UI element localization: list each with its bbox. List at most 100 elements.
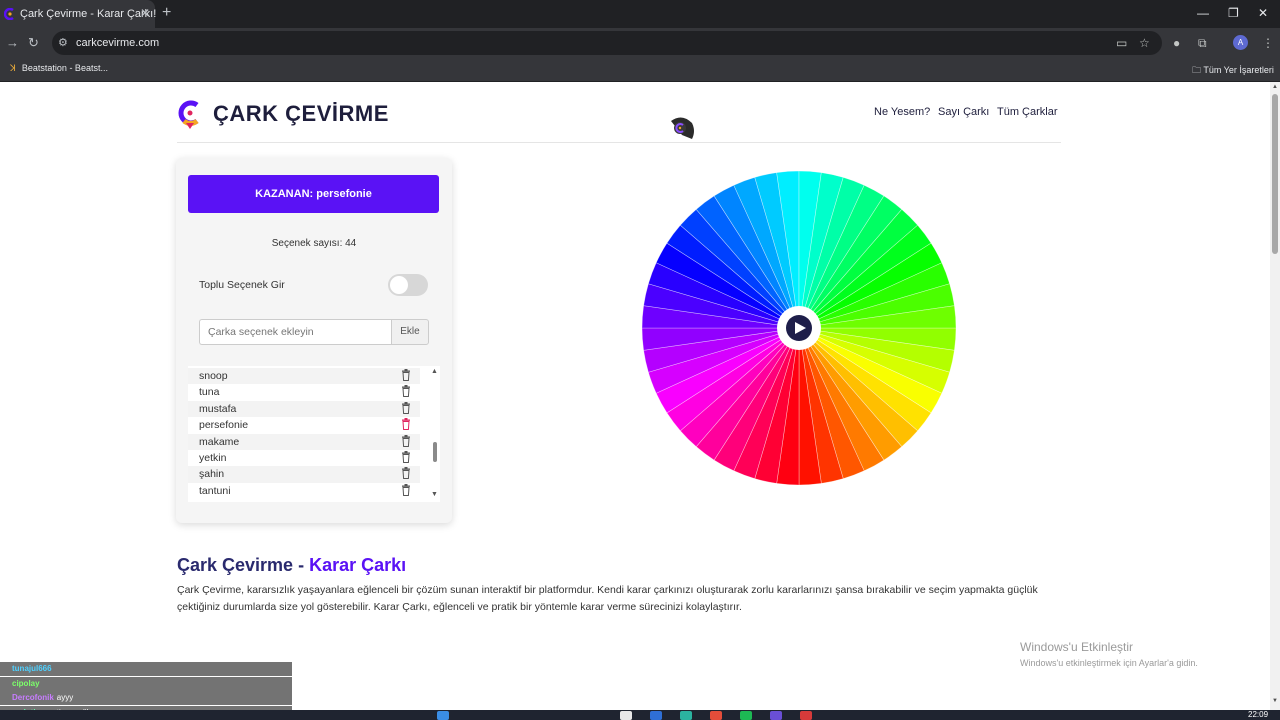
site-logo[interactable] — [178, 99, 202, 129]
section-heading: Çark Çevirme - Karar Çarkı — [177, 555, 406, 576]
chat-username: tunajul666 — [12, 664, 52, 673]
forward-icon[interactable]: → — [6, 35, 19, 50]
delete-icon[interactable] — [401, 418, 411, 431]
option-count: Seçenek sayısı: 44 — [271, 238, 357, 249]
option-name: snoop — [199, 370, 228, 382]
close-window-icon[interactable]: ✕ — [1258, 6, 1268, 20]
scroll-thumb[interactable] — [433, 442, 437, 462]
delete-icon[interactable] — [401, 483, 411, 496]
taskbar-app-icon[interactable] — [800, 711, 812, 720]
taskbar-app-icon[interactable] — [680, 711, 692, 720]
minimize-icon[interactable]: — — [1197, 6, 1209, 20]
tab-close-icon[interactable]: ✕ — [140, 6, 150, 20]
option-row: persefonie — [188, 417, 420, 433]
bookmark-label: Beatstation - Beatst... — [21, 63, 108, 73]
toggle-knob — [390, 276, 408, 294]
bookmark-item[interactable]: ꓘ Beatstation - Beatst... — [10, 63, 108, 74]
option-input[interactable] — [199, 319, 391, 345]
taskbar-app-icon[interactable] — [620, 711, 632, 720]
browser-toolbar: → ↻ ⚙ carkcevirme.com ▭ ☆ ● ⧉ ⋮ — [0, 28, 1280, 58]
spin-wheel[interactable] — [641, 170, 957, 486]
extension-dot-icon[interactable]: ● — [1173, 36, 1180, 50]
page-scroll-up-icon[interactable]: ▲ — [1272, 84, 1278, 90]
nav-link-tum-carklar[interactable]: Tüm Çarklar — [997, 106, 1058, 118]
windows-taskbar — [0, 710, 1280, 720]
scroll-down-icon[interactable]: ▼ — [431, 491, 438, 498]
delete-icon[interactable] — [401, 434, 411, 447]
option-row: snoop — [188, 368, 420, 385]
delete-icon[interactable] — [401, 467, 411, 480]
site-brand[interactable]: ÇARK ÇEVİRME — [213, 101, 389, 127]
option-row: yetkin — [188, 450, 420, 466]
option-name: tantuni — [199, 484, 231, 497]
web-page: ÇARK ÇEVİRME Ne Yesem? Sayı Çarkı Tüm Ça… — [0, 82, 1270, 710]
new-tab-icon[interactable]: + — [162, 4, 171, 22]
option-row: makame — [188, 433, 420, 450]
chat-message: Dercofonik ayyy — [0, 691, 292, 705]
option-name: yetkin — [199, 452, 227, 464]
page-scrollbar[interactable]: ▲ ▼ — [1270, 82, 1280, 710]
chat-message: cipolay — [0, 676, 292, 691]
wheel-pointer-icon — [671, 117, 694, 139]
page-scroll-down-icon[interactable]: ▼ — [1272, 698, 1278, 704]
restore-icon[interactable]: ❐ — [1228, 6, 1239, 20]
activation-watermark-text: Windows'u etkinleştirmek için Ayarlar'a … — [1020, 658, 1198, 668]
option-name: tuna — [199, 386, 220, 399]
cast-icon[interactable]: ▭ — [1116, 36, 1127, 50]
delete-icon[interactable] — [401, 451, 411, 463]
taskbar-app-icon[interactable] — [770, 711, 782, 720]
folder-icon: 🗀 — [1192, 65, 1204, 75]
tab-title: Çark Çevirme - Karar Çarkı! — [20, 8, 157, 20]
nav-link-sayi-carki[interactable]: Sayı Çarkı — [938, 106, 989, 118]
winner-banner[interactable]: KAZANAN: persefonie — [188, 175, 439, 213]
bookmark-favicon-icon: ꓘ — [10, 63, 16, 73]
add-option-button[interactable]: Ekle — [391, 319, 429, 345]
option-name: mustafa — [199, 402, 237, 415]
option-name: makame — [199, 435, 240, 448]
option-row: tuna — [188, 384, 420, 400]
taskbar-clock: 22:09 — [1248, 710, 1269, 719]
nav-link-ne-yesem[interactable]: Ne Yesem? — [874, 106, 930, 118]
chrome-taskbar-icon[interactable] — [710, 711, 722, 720]
page-scroll-thumb[interactable] — [1272, 94, 1278, 254]
browser-tab-bar: Çark Çevirme - Karar Çarkı! ✕ + — ❐ ✕ — [0, 0, 1280, 28]
options-list-scrollbar[interactable]: ▲ ▼ — [430, 366, 440, 502]
folder-label: Tüm Yer İşaretleri — [1203, 65, 1274, 75]
option-row: şahin — [188, 466, 420, 483]
bookmark-star-icon[interactable]: ☆ — [1139, 36, 1150, 50]
delete-icon[interactable] — [401, 385, 411, 398]
bulk-entry-label: Toplu Seçenek Gir — [199, 279, 285, 291]
start-icon[interactable] — [437, 711, 449, 720]
options-panel: KAZANAN: persefonie Seçenek sayısı: 44 T… — [176, 158, 452, 523]
url-text: carkcevirme.com — [76, 37, 160, 49]
option-name: şahin — [199, 468, 225, 481]
heading-accent: Karar Çarkı — [309, 555, 407, 575]
activation-watermark-title: Windows'u Etkinleştir — [1020, 640, 1133, 654]
scroll-up-icon[interactable]: ▲ — [431, 368, 438, 375]
delete-icon[interactable] — [401, 369, 411, 381]
chat-text: ayyy — [56, 693, 74, 702]
chat-message: tunajul666 — [0, 662, 292, 676]
profile-avatar[interactable]: A — [1233, 35, 1248, 50]
spotify-taskbar-icon[interactable] — [740, 711, 752, 720]
favicon-icon — [4, 8, 14, 20]
site-info-icon[interactable]: ⚙ — [58, 36, 68, 49]
option-row: tantuni — [188, 483, 420, 499]
chat-username: cipolay — [12, 678, 40, 688]
intro-paragraph: Çark Çevirme, kararsızlık yaşayanlara eğ… — [177, 584, 1038, 613]
heading-main: Çark Çevirme - — [177, 555, 310, 575]
all-bookmarks-folder[interactable]: 🗀 Tüm Yer İşaretleri — [1192, 63, 1274, 79]
header-divider — [177, 142, 1061, 143]
option-name: persefonie — [199, 419, 249, 432]
bookmarks-bar: ꓘ Beatstation - Beatst... 🗀 Tüm Yer İşare… — [0, 58, 1280, 82]
browser-tab[interactable]: Çark Çevirme - Karar Çarkı! ✕ — [0, 0, 157, 28]
reload-icon[interactable]: ↻ — [28, 35, 39, 51]
delete-icon[interactable] — [401, 401, 411, 414]
options-list: snoop tuna mustafa persefonie makame yetkin şa… — [188, 366, 440, 502]
address-bar[interactable]: ⚙ carkcevirme.com — [52, 31, 1162, 55]
bulk-entry-toggle[interactable] — [388, 274, 428, 296]
chat-username: Dercofonik — [12, 693, 54, 702]
taskbar-app-icon[interactable] — [650, 711, 662, 720]
extensions-puzzle-icon[interactable]: ⧉ — [1198, 36, 1207, 51]
menu-icon[interactable]: ⋮ — [1262, 36, 1274, 50]
